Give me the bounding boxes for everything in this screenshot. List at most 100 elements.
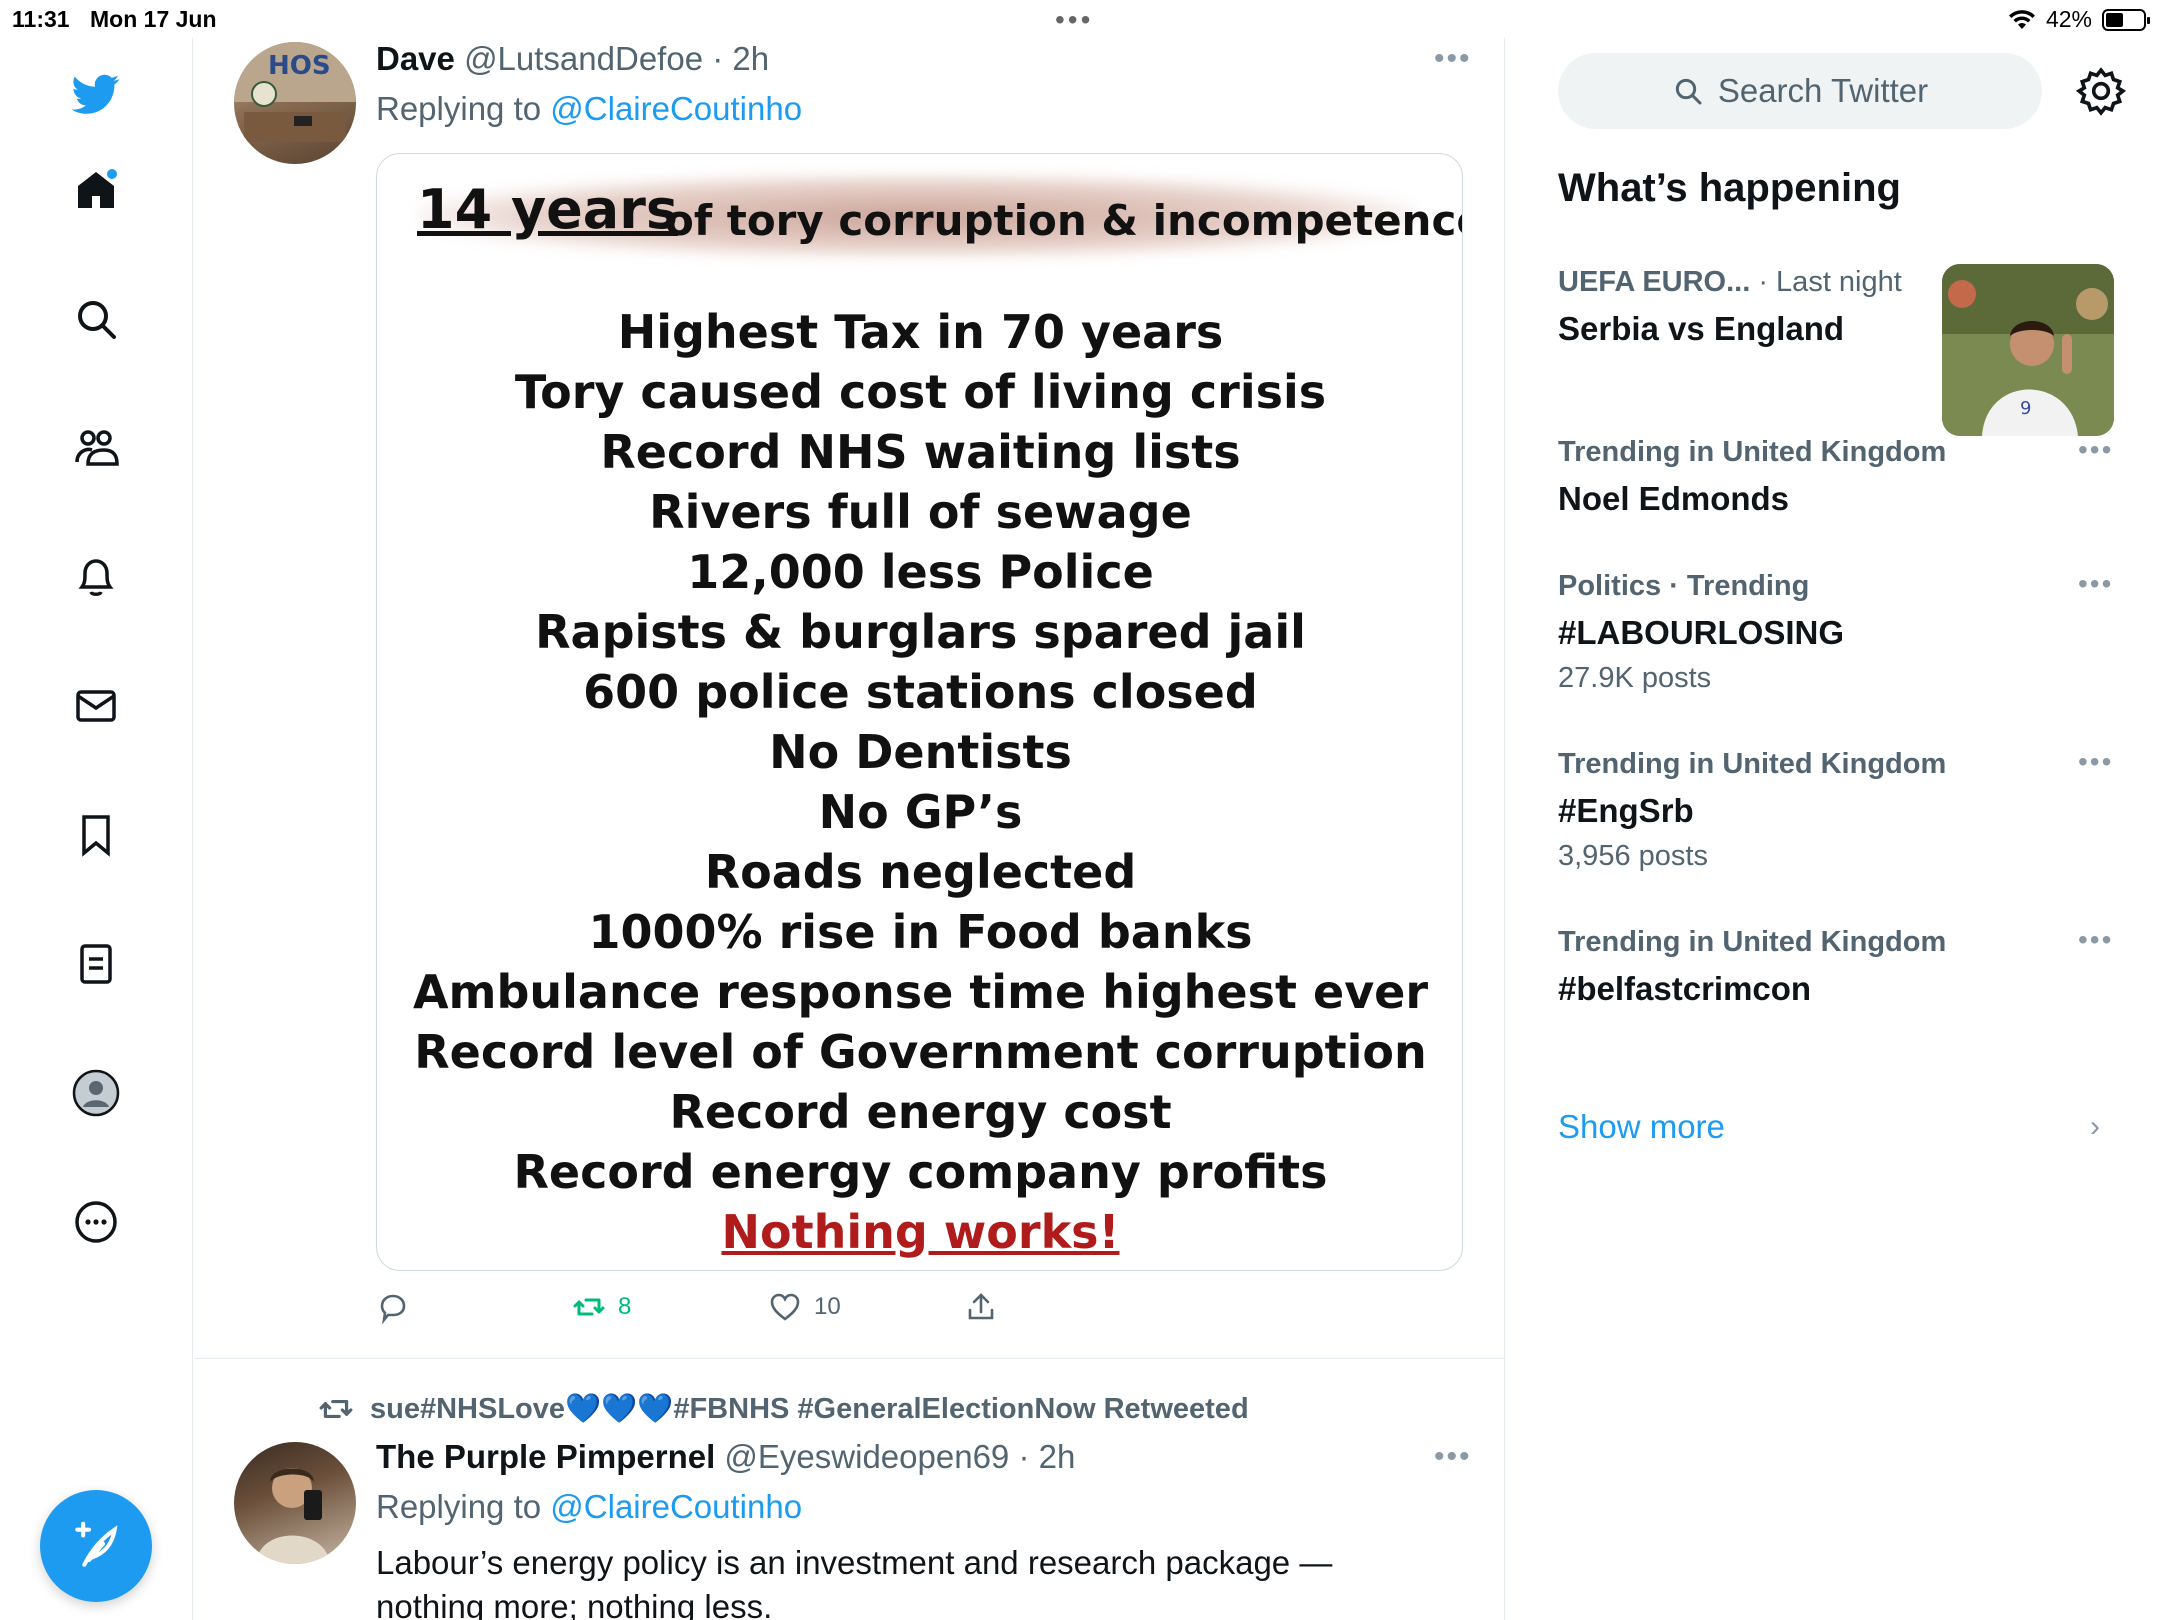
featured-title[interactable]: Serbia vs England	[1558, 310, 1844, 348]
tweet-divider	[194, 1358, 1504, 1359]
notifications-bell-icon[interactable]	[70, 551, 122, 603]
trend-count: 3,956 posts	[1558, 840, 1708, 872]
author-handle[interactable]: @LutsandDefoe	[464, 40, 703, 77]
reply-bubble-icon	[380, 1294, 406, 1324]
svg-text:9: 9	[2020, 398, 2031, 419]
home-icon[interactable]	[70, 164, 122, 216]
trend-more-icon[interactable]: •••	[2078, 746, 2113, 778]
like-button[interactable]: 10	[768, 1290, 841, 1324]
author-name[interactable]: The Purple Pimpernel	[376, 1438, 715, 1475]
search-placeholder: Search Twitter	[1717, 72, 1929, 109]
trend-more-icon[interactable]: •••	[2078, 924, 2113, 956]
retweet-button[interactable]: 8	[572, 1290, 631, 1324]
image-line: Rapists & burglars spared jail	[535, 605, 1306, 659]
image-line: Record energy company profits	[513, 1145, 1328, 1199]
avatar-photo	[256, 1468, 330, 1564]
retweet-icon	[573, 1298, 605, 1316]
retweeted-by-text: sue#NHSLove💙💙💙#FBNHS #GeneralElectionNow…	[370, 1393, 1249, 1425]
featured-time: · Last night	[1758, 266, 1902, 298]
lists-icon[interactable]	[70, 938, 122, 990]
image-line: Rivers full of sewage	[649, 485, 1192, 539]
search-icon	[1675, 78, 1702, 105]
status-bar: 11:31 Mon 17 Jun ••• 42%	[0, 0, 2160, 38]
image-line-highlight: Nothing works!	[721, 1205, 1120, 1259]
wifi-icon	[2008, 9, 2035, 29]
multitasking-dots[interactable]: •••	[1055, 4, 1093, 36]
svg-text:HOS: HOS	[268, 51, 331, 81]
compose-tweet-button[interactable]	[40, 1490, 152, 1602]
tweet-time[interactable]: · 2h	[1018, 1438, 1075, 1475]
battery-icon	[2102, 8, 2150, 31]
trend-context: Trending in United Kingdom	[1558, 748, 1947, 780]
retweeted-by-line[interactable]: sue#NHSLove💙💙💙#FBNHS #GeneralElectionNow…	[318, 1391, 1249, 1427]
battery-percent: 42%	[2045, 6, 2092, 32]
author-handle[interactable]: @Eyeswideopen69	[724, 1438, 1009, 1475]
trend-title[interactable]: Noel Edmonds	[1558, 480, 1789, 518]
image-title-small: of tory corruption & incompetence	[665, 196, 1463, 245]
trend-context: Politics · Trending	[1558, 570, 1810, 602]
left-navigation	[0, 38, 193, 1620]
image-title: 14 years of tory corruption & incompeten…	[417, 168, 1462, 260]
whats-happening-heading: What’s happening	[1558, 166, 1901, 210]
author-name[interactable]: Dave	[376, 40, 455, 77]
image-line: Record level of Government corruption	[414, 1025, 1427, 1079]
right-sidebar: Search Twitter What’s happening UEFA EUR…	[1506, 38, 2160, 1620]
retweet-icon	[319, 1400, 353, 1418]
tweet-header: The Purple Pimpernel @Eyeswideopen69 · 2…	[376, 1438, 1075, 1476]
timeline: HOS Dave @LutsandDefoe · 2h ••• Replying…	[194, 38, 1505, 1620]
football-player-photo: 9	[1942, 264, 2114, 436]
more-options-icon[interactable]	[70, 1196, 122, 1248]
image-line: Highest Tax in 70 years	[617, 305, 1224, 359]
tweet-header: Dave @LutsandDefoe · 2h	[376, 40, 769, 78]
messages-envelope-icon[interactable]	[70, 680, 122, 732]
tweet-avatar[interactable]: HOS	[234, 42, 356, 164]
featured-context[interactable]: UEFA EURO... · Last night	[1558, 266, 1902, 299]
tweet-more-icon[interactable]: •••	[1434, 1440, 1472, 1474]
image-line: Record NHS waiting lists	[600, 425, 1241, 479]
feather-plus-icon	[75, 1521, 118, 1567]
image-line: Record energy cost	[669, 1085, 1172, 1139]
settings-gear-icon[interactable]	[2076, 66, 2126, 116]
tweet-more-icon[interactable]: •••	[1434, 42, 1472, 76]
trend-title[interactable]: #belfastcrimcon	[1558, 970, 1811, 1008]
communities-icon[interactable]	[70, 422, 122, 474]
tweet-text: Labour’s energy policy is an investment …	[376, 1544, 1333, 1620]
reply-mention-link[interactable]: @ClaireCoutinho	[550, 1488, 802, 1525]
replying-prefix: Replying to	[376, 90, 542, 127]
trend-title[interactable]: #LABOURLOSING	[1558, 614, 1844, 652]
replying-to: Replying to @ClaireCoutinho	[376, 90, 802, 128]
image-line: Roads neglected	[704, 845, 1137, 899]
tweet-actions: 8 10	[376, 1290, 1276, 1340]
image-line: No Dentists	[769, 725, 1072, 779]
replying-prefix: Replying to	[376, 1488, 542, 1525]
trend-more-icon[interactable]: •••	[2078, 568, 2113, 600]
tweet-avatar[interactable]	[234, 1442, 356, 1564]
trend-count: 27.9K posts	[1558, 662, 1712, 694]
status-date: Mon 17 Jun	[90, 6, 217, 32]
image-line: 12,000 less Police	[687, 545, 1154, 599]
chevron-right-icon[interactable]: ›	[2090, 1110, 2100, 1144]
featured-thumbnail[interactable]: 9	[1942, 264, 2114, 436]
image-line: Ambulance response time highest ever	[412, 965, 1429, 1019]
share-button[interactable]	[964, 1290, 998, 1324]
replying-to: Replying to @ClaireCoutinho	[376, 1488, 802, 1526]
bookmarks-icon[interactable]	[70, 809, 122, 861]
image-title-big: 14 years	[417, 178, 678, 241]
show-more-link[interactable]: Show more	[1558, 1108, 1725, 1146]
image-line: No GP’s	[818, 785, 1023, 839]
image-line: 600 police stations closed	[583, 665, 1258, 719]
tweet-time[interactable]: · 2h	[712, 40, 769, 77]
search-input[interactable]: Search Twitter	[1558, 53, 2042, 129]
reply-mention-link[interactable]: @ClaireCoutinho	[550, 90, 802, 127]
image-text-lines: Highest Tax in 70 years Tory caused cost…	[377, 302, 1462, 1262]
featured-context-label: UEFA EURO...	[1558, 266, 1751, 298]
twitter-logo-icon[interactable]	[70, 68, 122, 120]
explore-search-icon[interactable]	[70, 293, 122, 345]
trend-more-icon[interactable]: •••	[2078, 434, 2113, 466]
trend-title[interactable]: #EngSrb	[1558, 792, 1694, 830]
image-line: 1000% rise in Food banks	[588, 905, 1253, 959]
image-line: Tory caused cost of living crisis	[514, 365, 1327, 419]
tweet-image[interactable]: 14 years of tory corruption & incompeten…	[376, 153, 1463, 1271]
profile-avatar-icon[interactable]	[70, 1067, 122, 1119]
reply-button[interactable]	[376, 1290, 410, 1324]
